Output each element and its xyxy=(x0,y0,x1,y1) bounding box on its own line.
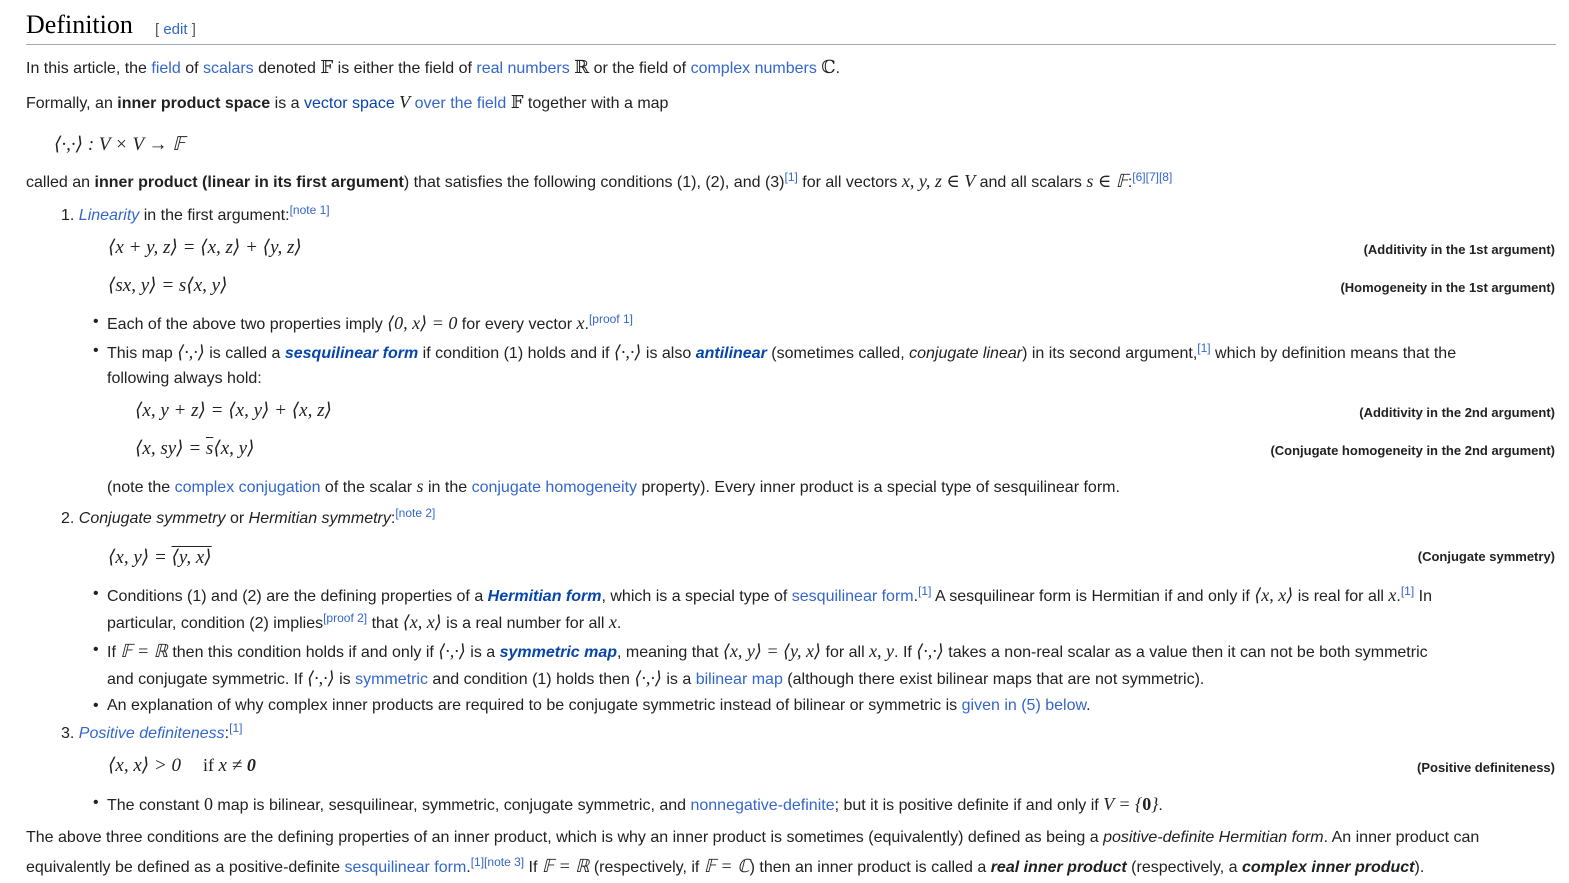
real-inner-product-term: real inner product xyxy=(990,859,1127,876)
equation-tag-additivity-2: (Additivity in the 2nd argument) xyxy=(1359,405,1555,420)
bullet-hermitian-cont: particular, condition (2) implies[proof … xyxy=(107,611,622,632)
equation-conj-homogeneity-2: ⟨x, sy⟩ = s⟨x, y⟩ xyxy=(135,438,255,459)
ref-1b[interactable]: [1] xyxy=(1197,341,1210,355)
bullet-constant-zero: The constant 0 map is bilinear, sesquili… xyxy=(93,794,1163,815)
edit-link[interactable]: edit xyxy=(163,21,187,38)
proof-1-ref[interactable]: [proof 1] xyxy=(589,312,633,326)
ref-1e[interactable]: [1] xyxy=(229,721,242,735)
equation-positive-definiteness: ⟨x, x⟩ > 0 if x ≠ 0 xyxy=(108,755,256,776)
ref-1d[interactable]: [1] xyxy=(1401,584,1414,598)
proof-2-ref[interactable]: [proof 2] xyxy=(323,611,367,625)
equation-tag-conj-homogeneity-2: (Conjugate homogeneity in the 2nd argume… xyxy=(1270,443,1555,458)
sesquilinear-form-link[interactable]: sesquilinear form xyxy=(285,345,418,362)
section-heading: Definition xyxy=(26,10,133,39)
equation-additivity-2: ⟨x, y + z⟩ = ⟨x, y⟩ + ⟨x, z⟩ xyxy=(135,400,332,421)
note-conjugation: (note the complex conjugation of the sca… xyxy=(107,476,1120,496)
paragraph-conditions: called an inner product (linear in its f… xyxy=(26,170,1173,191)
hermitian-form-link[interactable]: Hermitian form xyxy=(488,588,602,605)
bullet-sesquilinear: This map ⟨·,·⟩ is called a sesquilinear … xyxy=(93,341,1456,363)
equation-conjugate-symmetry: ⟨x, y⟩ = ⟨y, x⟩ xyxy=(108,547,212,568)
antilinear-link[interactable]: antilinear xyxy=(696,345,767,362)
note-2-ref[interactable]: [note 2] xyxy=(395,506,435,520)
equation-tag-homogeneity-1: (Homogeneity in the 1st argument) xyxy=(1340,280,1555,295)
sesquilinear-form-link-3[interactable]: sesquilinear form xyxy=(344,859,466,876)
edit-section: [ edit ] xyxy=(155,21,196,38)
note-1-ref[interactable]: [note 1] xyxy=(290,203,330,217)
equation-tag-additivity-1: (Additivity in the 1st argument) xyxy=(1363,242,1555,257)
paragraph-summary: The above three conditions are the defin… xyxy=(26,829,1480,846)
positive-definiteness-link[interactable]: Positive definiteness xyxy=(79,725,225,742)
map-formula: ⟨·,·⟩ : V × V → 𝔽 xyxy=(54,134,186,155)
inner-product-space-term: inner product space xyxy=(117,95,271,112)
heading-divider xyxy=(26,44,1556,45)
ref-1[interactable]: [1] xyxy=(785,170,798,184)
equation-additivity-1: ⟨x + y, z⟩ = ⟨x, z⟩ + ⟨y, z⟩ xyxy=(108,237,302,258)
symmetric-map-link[interactable]: symmetric map xyxy=(500,644,617,661)
scalars-link[interactable]: scalars xyxy=(203,60,254,77)
sesquilinear-form-link-2[interactable]: sesquilinear form xyxy=(792,588,914,605)
nonnegative-definite-link[interactable]: nonnegative-definite xyxy=(690,797,834,814)
linearity-link[interactable]: Linearity xyxy=(79,207,139,224)
over-the-field-link[interactable]: over the field xyxy=(415,95,507,112)
bullet-hermitian: Conditions (1) and (2) are the defining … xyxy=(93,584,1432,606)
paragraph-summary-cont: equivalently be defined as a positive-de… xyxy=(26,855,1425,876)
field-link[interactable]: field xyxy=(151,60,180,77)
symmetric-link[interactable]: symmetric xyxy=(355,671,428,688)
bullet-symmetric-map: If 𝔽 = ℝ then this condition holds if an… xyxy=(93,641,1428,662)
real-numbers-link[interactable]: real numbers xyxy=(476,60,569,77)
list-item-conjugate-symmetry: 2. Conjugate symmetry or Hermitian symme… xyxy=(61,506,436,527)
paragraph-formal-definition: Formally, an inner product space is a ve… xyxy=(26,92,669,112)
bullet-symmetric-map-cont: and conjugate symmetric. If ⟨·,·⟩ is sym… xyxy=(107,668,1205,688)
equation-tag-conjugate-symmetry: (Conjugate symmetry) xyxy=(1417,549,1555,564)
bullet-zero-property: Each of the above two properties imply ⟨… xyxy=(93,312,633,334)
refs-6-7-8[interactable]: [6][7][8] xyxy=(1132,170,1172,184)
conjugate-homogeneity-link[interactable]: conjugate homogeneity xyxy=(472,479,637,496)
vector-space-link[interactable]: vector space xyxy=(304,95,395,112)
ref-1c[interactable]: [1] xyxy=(918,584,931,598)
inner-product-term: inner product (linear in its first argum… xyxy=(94,174,404,191)
bullet-explanation: An explanation of why complex inner prod… xyxy=(93,697,1091,715)
complex-inner-product-term: complex inner product xyxy=(1242,859,1415,876)
list-item-linearity: 1. Linearity in the first argument:[note… xyxy=(61,203,330,224)
given-in-5-below-link[interactable]: given in (5) below xyxy=(962,697,1087,714)
equation-homogeneity-1: ⟨sx, y⟩ = s⟨x, y⟩ xyxy=(108,275,228,296)
paragraph-field-intro: In this article, the field of scalars de… xyxy=(26,57,841,77)
bilinear-map-link[interactable]: bilinear map xyxy=(696,671,783,688)
list-item-positive-definiteness: 3. Positive definiteness:[1] xyxy=(61,721,243,742)
complex-numbers-link[interactable]: complex numbers xyxy=(691,60,817,77)
refs-1-note-3[interactable]: [1][note 3] xyxy=(471,855,524,869)
bullet-sesquilinear-cont: following always hold: xyxy=(107,370,262,387)
complex-conjugation-link[interactable]: complex conjugation xyxy=(175,479,321,496)
equation-tag-positive-definiteness: (Positive definiteness) xyxy=(1417,760,1555,775)
